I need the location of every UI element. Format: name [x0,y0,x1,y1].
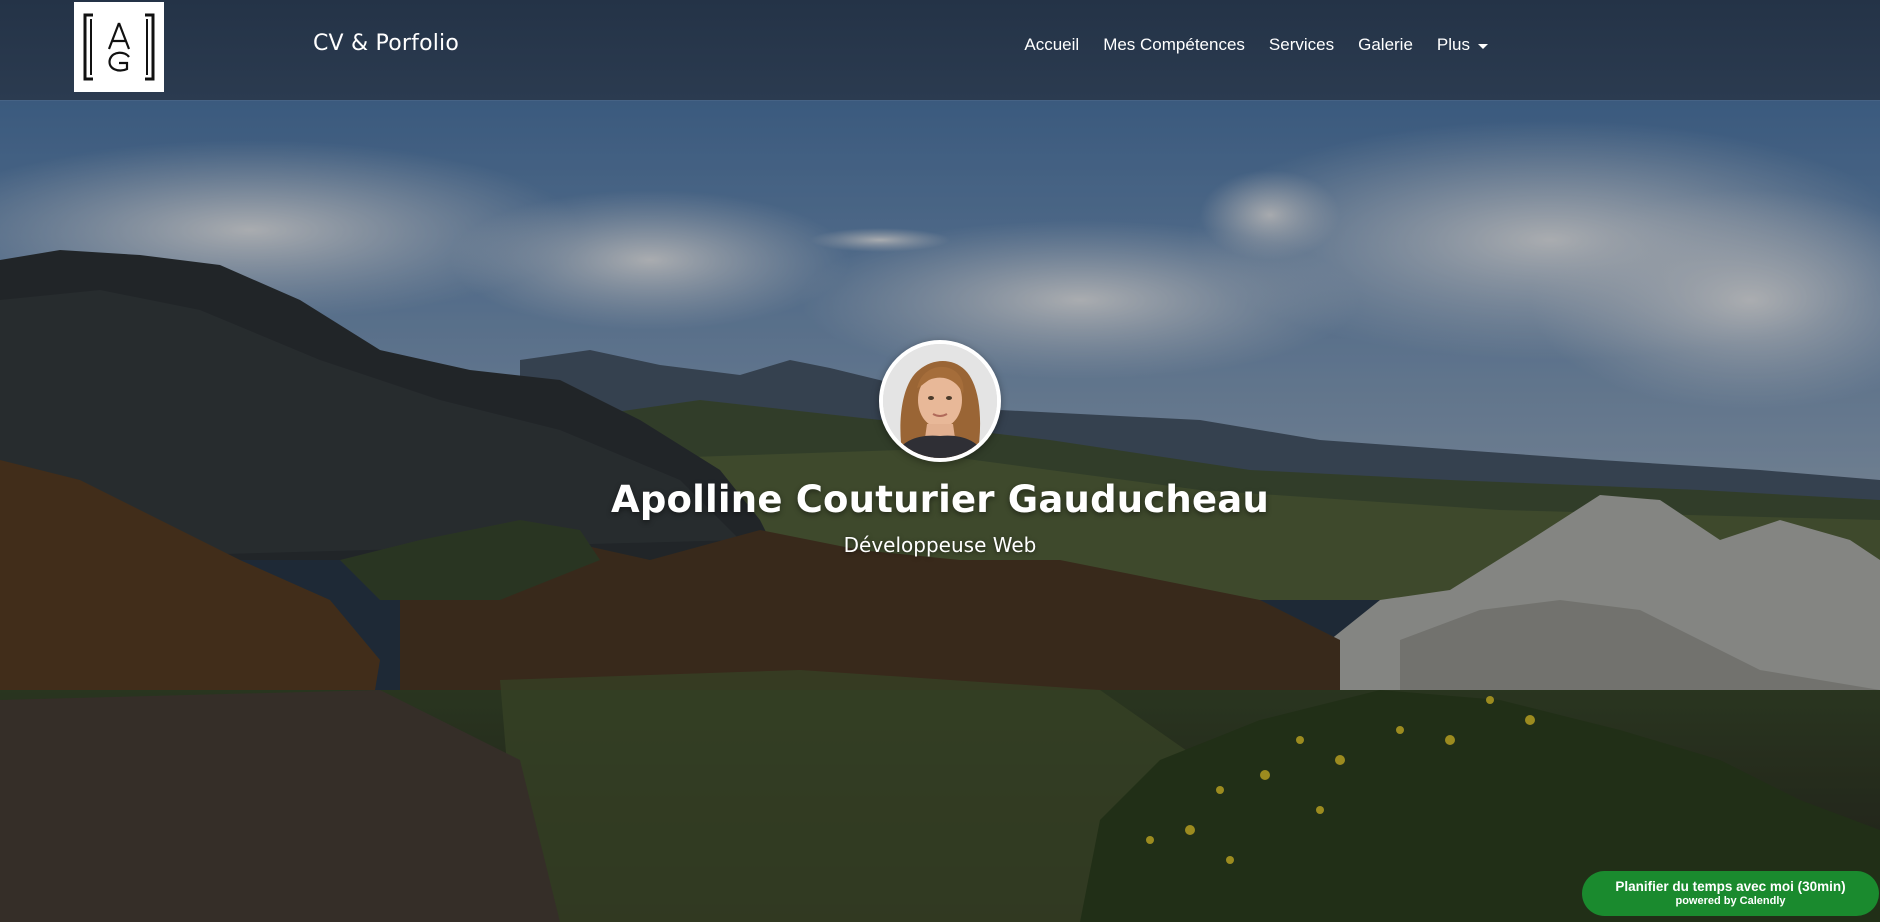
ag-monogram-logo-icon [83,13,155,81]
calendly-label: Planifier du temps avec moi (30min) [1615,879,1846,894]
profile-photo [883,344,997,458]
avatar [879,340,1001,462]
nav-link-galerie[interactable]: Galerie [1358,35,1413,55]
chevron-down-icon [1478,43,1488,49]
calendly-powered-by: powered by Calendly [1675,895,1786,907]
profile-role: Développeuse Web [843,533,1037,557]
navbar: CV & Porfolio Accueil Mes Compétences Se… [0,0,1880,100]
nav-link-accueil[interactable]: Accueil [1024,35,1079,55]
logo[interactable] [74,2,164,92]
nav-menu: Accueil Mes Compétences Services Galerie… [1024,35,1488,55]
nav-link-competences[interactable]: Mes Compétences [1103,35,1245,55]
calendly-schedule-button[interactable]: Planifier du temps avec moi (30min) powe… [1582,871,1879,916]
hero-profile: Apolline Couturier Gauducheau Développeu… [0,340,1880,557]
nav-link-services[interactable]: Services [1269,35,1334,55]
nav-dropdown-plus-label: Plus [1436,35,1470,54]
site-brand[interactable]: CV & Porfolio [313,31,459,56]
nav-dropdown-plus[interactable]: Plus [1437,35,1488,55]
profile-name: Apolline Couturier Gauducheau [611,478,1269,521]
